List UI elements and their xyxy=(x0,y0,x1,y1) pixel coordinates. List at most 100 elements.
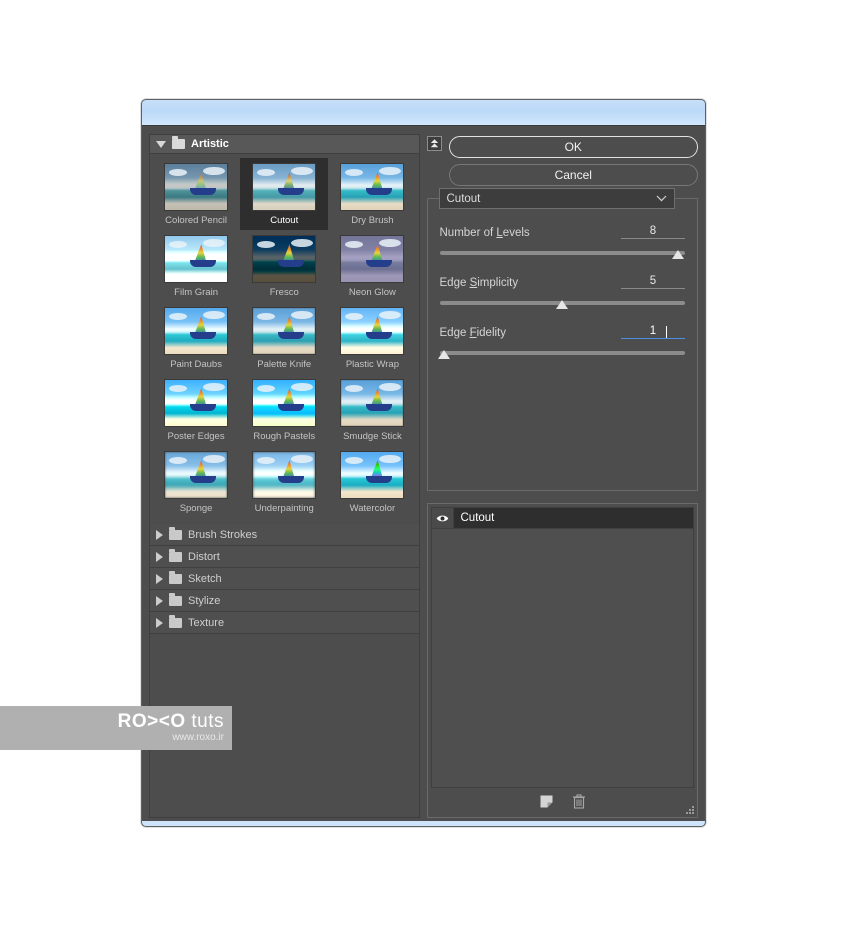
chevron-down-icon xyxy=(656,195,667,202)
filter-thumb-fresco[interactable]: Fresco xyxy=(240,230,328,302)
folder-icon xyxy=(169,614,182,628)
effect-layer-row[interactable]: Cutout xyxy=(431,508,693,529)
collapsed-category-list: Brush Strokes Distort Sketch Stylize Texture xyxy=(150,524,419,634)
triangle-down-icon[interactable] xyxy=(156,140,166,148)
filter-thumb-rough-pastels[interactable]: Rough Pastels xyxy=(240,374,328,446)
category-header-artistic[interactable]: Artistic xyxy=(150,135,419,154)
parameter-header: Edge Fidelity 1 xyxy=(439,325,685,339)
new-effect-layer-icon[interactable] xyxy=(539,794,554,809)
parameter-label: Edge Simplicity xyxy=(439,277,519,289)
category-row-sketch[interactable]: Sketch xyxy=(150,568,419,590)
slider-thumb[interactable] xyxy=(438,350,451,359)
parameter-label: Number of Levels xyxy=(439,227,530,239)
eye-icon[interactable] xyxy=(431,508,454,528)
triangle-right-icon[interactable] xyxy=(156,529,163,540)
filter-thumb-sponge[interactable]: Sponge xyxy=(152,446,240,518)
filter-thumb-paint-daubs[interactable]: Paint Daubs xyxy=(152,302,240,374)
folder-open-icon xyxy=(172,136,185,149)
parameter-header: Edge Simplicity 5 xyxy=(439,275,685,289)
filter-preview-image xyxy=(164,163,229,211)
filter-thumb-plastic-wrap[interactable]: Plastic Wrap xyxy=(328,302,416,374)
category-row-texture[interactable]: Texture xyxy=(150,612,419,634)
resize-grip[interactable] xyxy=(686,806,695,815)
filter-thumb-label: Sponge xyxy=(179,503,213,514)
parameter-slider[interactable] xyxy=(438,349,685,359)
trash-icon[interactable] xyxy=(572,793,586,809)
filter-thumb-dry-brush[interactable]: Dry Brush xyxy=(328,158,416,230)
filter-thumb-label: Smudge Stick xyxy=(343,431,402,442)
parameter-edge-fidelity: Edge Fidelity 1 xyxy=(438,325,685,359)
filter-thumb-label: Dry Brush xyxy=(351,215,394,226)
parameter-rows: Number of Levels 8 Edge Simplicity 5 Edge Fi… xyxy=(438,199,685,359)
filter-thumb-label: Cutout xyxy=(270,215,299,226)
cancel-button[interactable]: Cancel xyxy=(448,164,698,186)
settings-column: OK Cancel Cutout Number of Levels 8 Edge S… xyxy=(426,134,698,818)
filter-thumb-label: Palette Knife xyxy=(257,359,312,370)
parameter-header: Number of Levels 8 xyxy=(439,225,685,239)
parameter-slider[interactable] xyxy=(439,249,685,259)
effect-layers-panel: Cutout xyxy=(426,503,698,818)
window-titlebar[interactable] xyxy=(142,100,705,126)
filter-thumb-smudge-stick[interactable]: Smudge Stick xyxy=(328,374,416,446)
dialog-buttons: OK Cancel xyxy=(448,134,698,186)
filter-preview-image xyxy=(340,379,405,427)
watermark-brand-prefix: RO xyxy=(117,710,148,732)
filter-thumb-label: Paint Daubs xyxy=(170,359,222,370)
watermark-brand-suffix: O xyxy=(170,710,186,732)
filter-thumb-film-grain[interactable]: Film Grain xyxy=(152,230,240,302)
category-row-stylize[interactable]: Stylize xyxy=(150,590,419,612)
parameter-value-input[interactable]: 1 xyxy=(621,325,685,339)
filter-thumb-underpainting[interactable]: Underpainting xyxy=(240,446,328,518)
parameter-edge-simplicity: Edge Simplicity 5 xyxy=(439,275,685,309)
slider-track xyxy=(439,251,685,255)
parameter-label: Edge Fidelity xyxy=(439,327,507,339)
effect-layer-name: Cutout xyxy=(460,512,495,524)
triangle-right-icon[interactable] xyxy=(156,595,163,606)
filter-thumb-neon-glow[interactable]: Neon Glow xyxy=(328,230,416,302)
filter-thumb-label: Colored Pencil xyxy=(165,215,227,226)
filter-thumb-label: Fresco xyxy=(269,287,299,298)
filter-thumb-label: Underpainting xyxy=(254,503,314,514)
ok-button[interactable]: OK xyxy=(448,136,698,158)
category-label: Distort xyxy=(188,550,220,563)
filter-thumb-watercolor[interactable]: Watercolor xyxy=(328,446,416,518)
filter-thumb-palette-knife[interactable]: Palette Knife xyxy=(240,302,328,374)
filter-thumb-cutout[interactable]: Cutout xyxy=(240,158,329,230)
category-label: Stylize xyxy=(188,594,221,607)
double-chevron-up-icon[interactable] xyxy=(426,136,442,151)
filter-thumb-poster-edges[interactable]: Poster Edges xyxy=(152,374,240,446)
filter-preview-image xyxy=(252,379,317,427)
slider-thumb[interactable] xyxy=(556,300,569,309)
filter-thumb-colored-pencil[interactable]: Colored Pencil xyxy=(152,158,240,230)
filter-preview-image xyxy=(340,451,405,499)
slider-thumb[interactable] xyxy=(671,250,684,259)
filter-preview-image xyxy=(252,235,317,283)
effect-layers-toolbar xyxy=(431,788,695,814)
triangle-right-icon[interactable] xyxy=(156,551,163,562)
folder-icon xyxy=(169,526,182,540)
filter-thumb-label: Watercolor xyxy=(349,503,396,514)
triangle-right-icon[interactable] xyxy=(156,617,163,628)
filter-thumb-label: Rough Pastels xyxy=(253,431,316,442)
watermark-brand-word: tuts xyxy=(191,710,224,732)
triangle-right-icon[interactable] xyxy=(156,573,163,584)
filter-thumb-label: Poster Edges xyxy=(167,431,225,442)
category-label: Texture xyxy=(188,616,225,629)
filter-select-value: Cutout xyxy=(446,192,481,205)
watermark-url: www.roxo.ir xyxy=(172,732,224,744)
filter-preview-image xyxy=(340,163,405,211)
filter-preview-image xyxy=(340,307,405,355)
category-row-distort[interactable]: Distort xyxy=(150,546,419,568)
folder-icon xyxy=(169,570,182,584)
filter-thumbnail-grid: Colored Pencil Cutout Dry Brush Film Grain F… xyxy=(150,154,419,524)
filter-preview-image xyxy=(164,235,229,283)
slider-track xyxy=(439,351,685,355)
watermark-brand-mark: >< xyxy=(147,710,171,732)
filter-select-dropdown[interactable]: Cutout xyxy=(438,188,675,209)
category-row-brush-strokes[interactable]: Brush Strokes xyxy=(150,524,419,546)
parameter-slider[interactable] xyxy=(439,299,685,309)
folder-icon xyxy=(169,592,182,606)
parameter-value-input[interactable]: 5 xyxy=(621,275,685,289)
filter-preview-image xyxy=(164,307,229,355)
parameter-value-input[interactable]: 8 xyxy=(621,225,685,239)
